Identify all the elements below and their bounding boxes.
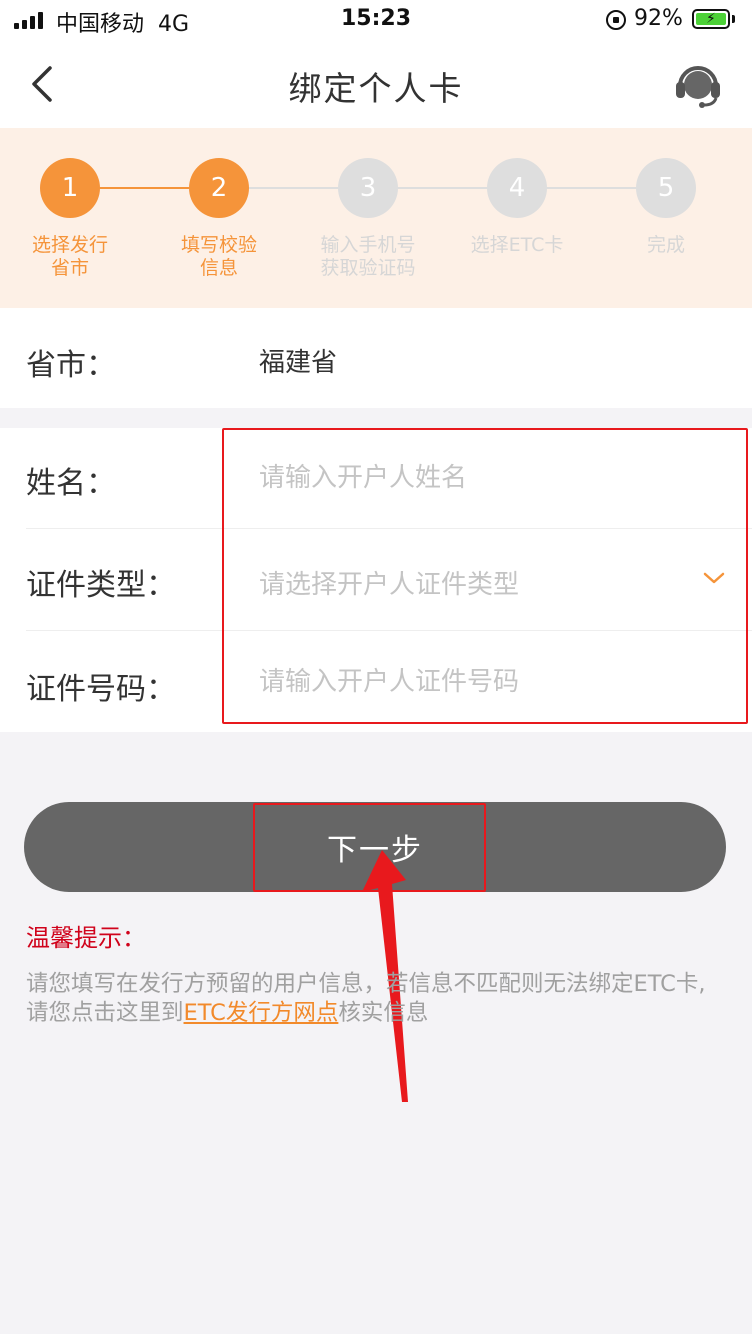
row-divider bbox=[26, 528, 752, 529]
province-row: 省市： 福建省 bbox=[0, 308, 752, 408]
battery-icon: ⚡ bbox=[692, 9, 730, 29]
province-label: 省市： bbox=[26, 348, 116, 383]
battery-percent: 92% bbox=[634, 6, 683, 31]
progress-stepper: 1 2 3 4 5 选择发行 省市 填写校验 信息 输入手机号 获取验证码 选择ETC… bbox=[0, 128, 752, 308]
step-1-circle: 1 bbox=[40, 158, 100, 218]
step-3-circle: 3 bbox=[338, 158, 398, 218]
page-title: 绑定个人卡 bbox=[288, 69, 464, 108]
chevron-down-icon bbox=[703, 572, 725, 584]
province-value: 福建省 bbox=[259, 348, 338, 378]
step-2-label: 填写校验 信息 bbox=[180, 234, 257, 279]
name-label: 姓名： bbox=[26, 466, 116, 501]
step-5-label: 完成 bbox=[646, 234, 685, 256]
step-1-label: 选择发行 省市 bbox=[31, 234, 108, 279]
tips-title: 温馨提示： bbox=[26, 924, 146, 952]
issuer-outlets-link[interactable]: ETC发行方网点 bbox=[184, 1000, 339, 1026]
step-5-circle: 5 bbox=[636, 158, 696, 218]
id-type-placeholder: 请选择开户人证件类型 bbox=[259, 570, 520, 600]
step-3-label: 输入手机号 获取验证码 bbox=[320, 234, 416, 279]
id-number-input[interactable] bbox=[259, 652, 679, 712]
tips-text-after: 核实信息 bbox=[338, 1000, 429, 1026]
next-step-button[interactable]: 下一步 bbox=[24, 802, 726, 892]
id-type-label: 证件类型： bbox=[26, 568, 176, 603]
id-number-label: 证件号码： bbox=[26, 672, 176, 707]
step-4-circle: 4 bbox=[487, 158, 547, 218]
identity-form: 姓名： 证件类型： 请选择开户人证件类型 证件号码： bbox=[0, 428, 752, 732]
step-connector bbox=[99, 187, 189, 189]
battery-nub bbox=[732, 15, 735, 23]
tips-text: 请您填写在发行方预留的用户信息，若信息不匹配则无法绑定ETC卡,请您点击这里到E… bbox=[26, 970, 726, 1028]
step-2-circle: 2 bbox=[189, 158, 249, 218]
headset-icon bbox=[676, 66, 720, 108]
nav-bar: 绑定个人卡 bbox=[0, 40, 752, 128]
step-connector bbox=[397, 187, 487, 189]
row-divider bbox=[26, 630, 752, 631]
name-input[interactable] bbox=[259, 448, 679, 508]
step-4-label: 选择ETC卡 bbox=[470, 234, 564, 256]
status-bar: 中国移动 4G 15:23 92% ⚡ bbox=[0, 0, 752, 40]
rotation-lock-icon bbox=[606, 10, 626, 30]
step-connector bbox=[546, 187, 636, 189]
step-connector bbox=[248, 187, 338, 189]
customer-service-button[interactable] bbox=[672, 60, 724, 108]
